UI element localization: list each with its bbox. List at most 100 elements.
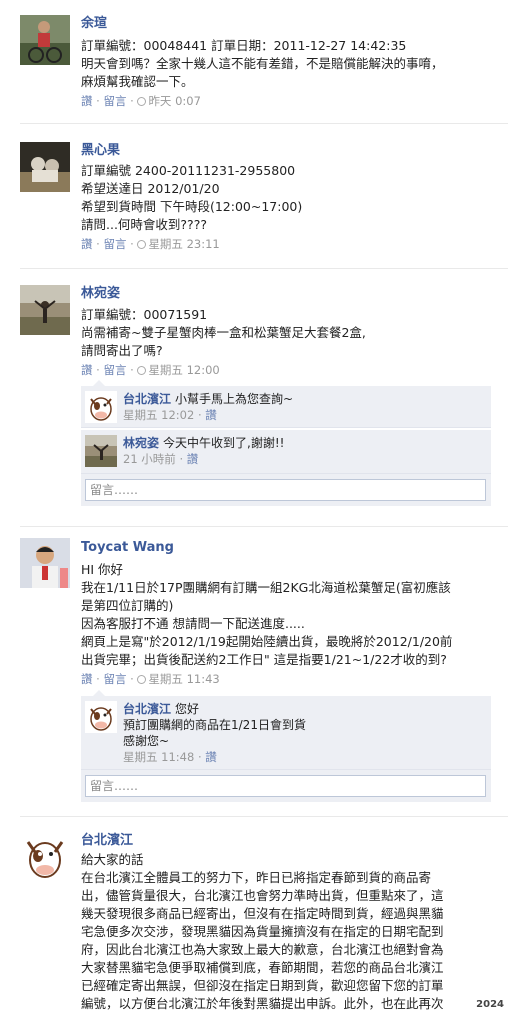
watermark: 2024 [476, 999, 504, 1010]
like-link[interactable]: 讚 [205, 408, 217, 422]
comment-input[interactable] [85, 479, 486, 501]
reply-avatar[interactable] [85, 391, 117, 423]
reply-timestamp[interactable]: 星期五 12:02 [123, 408, 194, 422]
divider [20, 816, 508, 817]
post-author[interactable]: 余瑄 [81, 15, 500, 32]
post-text-line: 網頁上是寫"於2012/1/19起開始陸續出貨，最晚將於2012/1/20前 [81, 634, 453, 649]
avatar[interactable] [20, 832, 70, 882]
post-text-line: HI 你好 [81, 562, 124, 577]
timestamp[interactable]: 昨天 0:07 [148, 94, 200, 108]
post-text-line: 我在1/11日於17P團購網有訂購一組2KG北海道松葉蟹足(富初應該 [81, 580, 451, 595]
reply-author[interactable]: 林宛姿 [123, 436, 159, 450]
post-text-line: 出貨完畢；出貨後配送約2工作日" 這是指要1/21~1/22才收的到? [81, 652, 447, 667]
avatar-photo [20, 285, 70, 335]
post-text-line: 希望送達日 2012/01/20 [81, 181, 220, 196]
post-text-line: 編號，以方便台北濱江於年後對黑貓提出申訴。此外，也在此再次 [81, 996, 444, 1011]
like-link[interactable]: 讚 [81, 672, 93, 686]
reply-avatar[interactable] [85, 435, 117, 467]
reply-thread: 台北濱江 您好 預訂團購網的商品在1/21日會到貨 感謝您~ 星期五 11:48… [81, 690, 491, 802]
separator-dot: · [130, 94, 134, 108]
like-link[interactable]: 讚 [205, 750, 217, 764]
post-text-line: 明天會到嗎？全家十幾人這不能有差錯，不是賠償能解決的事唷， [81, 56, 444, 71]
divider [20, 526, 508, 527]
post-author[interactable]: 台北濱江 [81, 832, 500, 849]
comment-box [81, 474, 491, 506]
reply-item: 林宛姿 今天中午收到了,謝謝!! 21 小時前 · 讚 [81, 430, 491, 474]
post-actions: 讚 · 留言 · 昨天 0:07 [81, 93, 500, 109]
post-actions: 讚 · 留言 · 星期五 12:00 [81, 362, 500, 378]
reply-author[interactable]: 台北濱江 [123, 392, 171, 406]
timestamp[interactable]: 星期五 11:43 [148, 672, 219, 686]
separator-dot: · [96, 363, 100, 377]
reply-text: 預訂團購網的商品在1/21日會到貨 [123, 718, 306, 732]
reply-text: 感謝您~ [123, 734, 170, 748]
like-link[interactable]: 讚 [81, 94, 93, 108]
reply-thread: 台北濱江 小幫手馬上為您查詢~ 星期五 12:02 · 讚 林宛姿 今天中午收到… [81, 380, 491, 506]
reply-timestamp[interactable]: 21 小時前 [123, 452, 176, 466]
post-text-line: 請問...何時會收到???? [81, 217, 207, 232]
post-text-line: 訂單編號 2400-20111231-2955800 [81, 163, 296, 178]
comment-input[interactable] [85, 775, 486, 797]
post-actions: 讚 · 留言 · 星期五 11:43 [81, 671, 500, 687]
avatar[interactable] [20, 15, 70, 65]
reply-author[interactable]: 台北濱江 [123, 702, 171, 716]
post-author[interactable]: 林宛姿 [81, 285, 500, 302]
reply-meta: 星期五 11:48 · 讚 [123, 750, 217, 764]
like-link[interactable]: 讚 [81, 363, 93, 377]
separator-dot: · [96, 94, 100, 108]
post-text-line: 出，儘管貨量很大，台北濱江也會努力準時出貨，但重點來了，這 [81, 888, 444, 903]
post-author[interactable]: 黑心果 [81, 142, 500, 159]
comment-link[interactable]: 留言 [103, 672, 126, 686]
comment-box [81, 770, 491, 802]
post-text-line: 訂單編號：00048441 訂單日期：2011-12-27 14:42:35 [81, 38, 407, 53]
comment-link[interactable]: 留言 [103, 363, 126, 377]
like-link[interactable]: 讚 [187, 452, 199, 466]
post-text-line: 宅急便多次交涉，發現黑貓因為貨量擁擠沒有在指定的日期宅配到 [81, 924, 444, 939]
separator-dot: · [96, 237, 100, 251]
comment-link[interactable]: 留言 [103, 237, 126, 251]
avatar[interactable] [20, 285, 70, 335]
reply-item: 台北濱江 您好 預訂團購網的商品在1/21日會到貨 感謝您~ 星期五 11:48… [81, 696, 491, 770]
post-text-line: 請問寄出了嗎? [81, 343, 163, 358]
separator-dot: · [130, 672, 134, 686]
avatar-photo [20, 142, 70, 192]
like-link[interactable]: 讚 [81, 237, 93, 251]
avatar-photo [85, 435, 117, 467]
avatar[interactable] [20, 142, 70, 192]
post-text-line: 給大家的話 [81, 852, 144, 867]
avatar[interactable] [20, 538, 70, 588]
timestamp[interactable]: 星期五 12:00 [148, 363, 219, 377]
clock-icon [137, 240, 147, 249]
clock-icon [137, 366, 147, 375]
comment-link[interactable]: 留言 [103, 94, 126, 108]
post-text-line: 是第四位訂購的) [81, 598, 174, 613]
reply-text: 您好 [175, 702, 200, 716]
reply-meta: 星期五 12:02 · 讚 [123, 408, 217, 422]
reply-item: 台北濱江 小幫手馬上為您查詢~ 星期五 12:02 · 讚 [81, 386, 491, 428]
post-actions: 讚 · 留言 · 星期五 23:11 [81, 236, 500, 252]
reply-timestamp[interactable]: 星期五 11:48 [123, 750, 194, 764]
post-text-line: 麻煩幫我確認一下。 [81, 74, 194, 89]
post-text-line: 幾天發現很多商品已經寄出，但沒有在指定時間到貨，經過與黑貓 [81, 906, 444, 921]
avatar-photo [20, 15, 70, 65]
clock-icon [137, 675, 147, 684]
reply-text: 小幫手馬上為您查詢~ [175, 392, 294, 406]
post-text-line: 在台北濱江全體員工的努力下，昨日已將指定春節到貨的商品寄 [81, 870, 432, 885]
reply-text: 今天中午收到了,謝謝!! [163, 436, 285, 450]
separator-dot: · [130, 363, 134, 377]
post-text-line: 訂單編號：00071591 [81, 307, 208, 322]
timestamp[interactable]: 星期五 23:11 [148, 237, 219, 251]
post-text-line: 大家替黑貓宅急便爭取補償到底，春節期間，若您的商品台北濱江 [81, 960, 444, 975]
cow-mascot-icon [85, 391, 117, 423]
separator-dot: · [130, 237, 134, 251]
divider [20, 123, 508, 124]
post-text-line: 尚需補寄~雙子星蟹肉棒一盒和松葉蟹足大套餐2盒, [81, 325, 366, 340]
post-text-line: 府，因此台北濱江也為大家致上最大的歉意，台北濱江也絕對會為 [81, 942, 444, 957]
post-author[interactable]: Toycat Wang [81, 539, 500, 556]
cow-mascot-icon [85, 701, 117, 733]
reply-meta: 21 小時前 · 讚 [123, 452, 199, 466]
clock-icon [137, 97, 147, 106]
post-text-line: 已經確定寄出無誤，但卻沒在指定日期到貨，歡迎您留下您的訂單 [81, 978, 444, 993]
cow-mascot-icon [20, 832, 70, 882]
reply-avatar[interactable] [85, 701, 117, 733]
